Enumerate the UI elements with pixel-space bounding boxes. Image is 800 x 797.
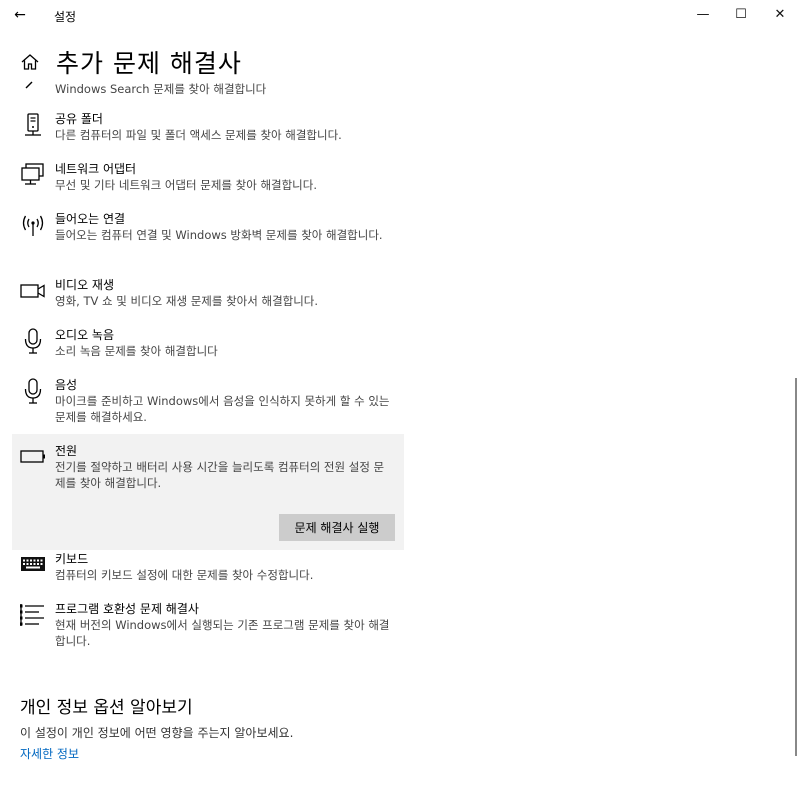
run-troubleshooter-button[interactable]: 문제 해결사 실행 [279, 514, 395, 541]
search-icon [25, 81, 33, 89]
item-name: 네트워크 어댑터 [55, 162, 137, 176]
item-desc: 소리 녹음 문제를 찾아 해결합니다 [55, 344, 218, 358]
app-title: 설정 [54, 10, 77, 24]
item-desc: 무선 및 기타 네트워크 어댑터 문제를 찾아 해결합니다. [55, 178, 318, 192]
item-desc: 들어오는 컴퓨터 연결 및 Windows 방화벽 문제를 찾아 해결합니다. [55, 228, 383, 242]
item-name: 비디오 재생 [55, 278, 115, 292]
program-compatibility-icon [20, 604, 44, 626]
troubleshooter-list: Windows Search 문제를 찾아 해결합니다 공유 폴더 다른 컴퓨터… [12, 78, 404, 666]
incoming-connections-icon [22, 215, 44, 236]
troubleshooter-keyboard[interactable]: 키보드 컴퓨터의 키보드 설정에 대한 문제를 찾아 수정합니다. [12, 550, 404, 600]
troubleshooter-incoming-connections[interactable]: 들어오는 연결 들어오는 컴퓨터 연결 및 Windows 방화벽 문제를 찾아… [12, 210, 404, 276]
privacy-section-title: 개인 정보 옵션 알아보기 [20, 698, 193, 718]
troubleshooter-power[interactable]: 전원 전기를 절약하고 배터리 사용 시간을 늘리도록 컴퓨터의 전원 설정 문… [12, 434, 404, 550]
keyboard-icon [21, 557, 45, 571]
close-button[interactable]: ✕ [761, 0, 799, 30]
network-adapter-icon [21, 163, 44, 185]
video-camera-icon [20, 284, 45, 298]
item-desc: Windows Search 문제를 찾아 해결합니다 [55, 82, 267, 96]
title-bar: ← 설정 — ☐ ✕ [0, 0, 800, 30]
troubleshooter-network-adapter[interactable]: 네트워크 어댑터 무선 및 기타 네트워크 어댑터 문제를 찾아 해결합니다. [12, 160, 404, 210]
item-desc: 영화, TV 쇼 및 비디오 재생 문제를 찾아서 해결합니다. [55, 294, 319, 308]
troubleshooter-video-playback[interactable]: 비디오 재생 영화, TV 쇼 및 비디오 재생 문제를 찾아서 해결합니다. [12, 276, 404, 326]
troubleshooter-speech[interactable]: 음성 마이크를 준비하고 Windows에서 음성을 인식하지 못하게 할 수 … [12, 376, 404, 434]
item-name: 키보드 [55, 552, 89, 566]
troubleshooter-program-compatibility[interactable]: 프로그램 호환성 문제 해결사 현재 버전의 Windows에서 실행되는 기존… [12, 600, 404, 666]
back-button[interactable]: ← [8, 4, 32, 26]
item-desc: 컴퓨터의 키보드 설정에 대한 문제를 찾아 수정합니다. [55, 568, 314, 582]
troubleshooter-search[interactable]: Windows Search 문제를 찾아 해결합니다 [12, 78, 404, 110]
item-desc: 다른 컴퓨터의 파일 및 폴더 액세스 문제를 찾아 해결합니다. [55, 128, 342, 142]
item-name: 전원 [55, 444, 78, 458]
battery-icon [20, 450, 45, 463]
privacy-description: 이 설정이 개인 정보에 어떤 영향을 주는지 알아보세요. [20, 726, 294, 740]
item-name: 공유 폴더 [55, 112, 103, 126]
maximize-button[interactable]: ☐ [722, 0, 760, 30]
shared-folder-icon [25, 113, 41, 136]
learn-more-link[interactable]: 자세한 정보 [20, 745, 79, 762]
item-name: 음성 [55, 378, 78, 392]
troubleshooter-shared-folders[interactable]: 공유 폴더 다른 컴퓨터의 파일 및 폴더 액세스 문제를 찾아 해결합니다. [12, 110, 404, 160]
scrollbar[interactable] [795, 378, 797, 756]
item-name: 들어오는 연결 [55, 212, 126, 226]
item-desc: 전기를 절약하고 배터리 사용 시간을 늘리도록 컴퓨터의 전원 설정 문제를 … [55, 460, 385, 490]
speech-microphone-icon [24, 378, 42, 404]
troubleshooter-recording-audio[interactable]: 오디오 녹음 소리 녹음 문제를 찾아 해결합니다 [12, 326, 404, 376]
item-desc: 마이크를 준비하고 Windows에서 음성을 인식하지 못하게 할 수 있는 … [55, 394, 390, 424]
microphone-icon [24, 328, 42, 354]
minimize-button[interactable]: — [684, 0, 722, 30]
item-desc: 현재 버전의 Windows에서 실행되는 기존 프로그램 문제를 찾아 해결합… [55, 618, 390, 648]
item-name: 프로그램 호환성 문제 해결사 [55, 602, 199, 616]
page-title: 추가 문제 해결사 [56, 49, 242, 78]
home-icon[interactable] [20, 52, 40, 72]
item-name: 오디오 녹음 [55, 328, 115, 342]
